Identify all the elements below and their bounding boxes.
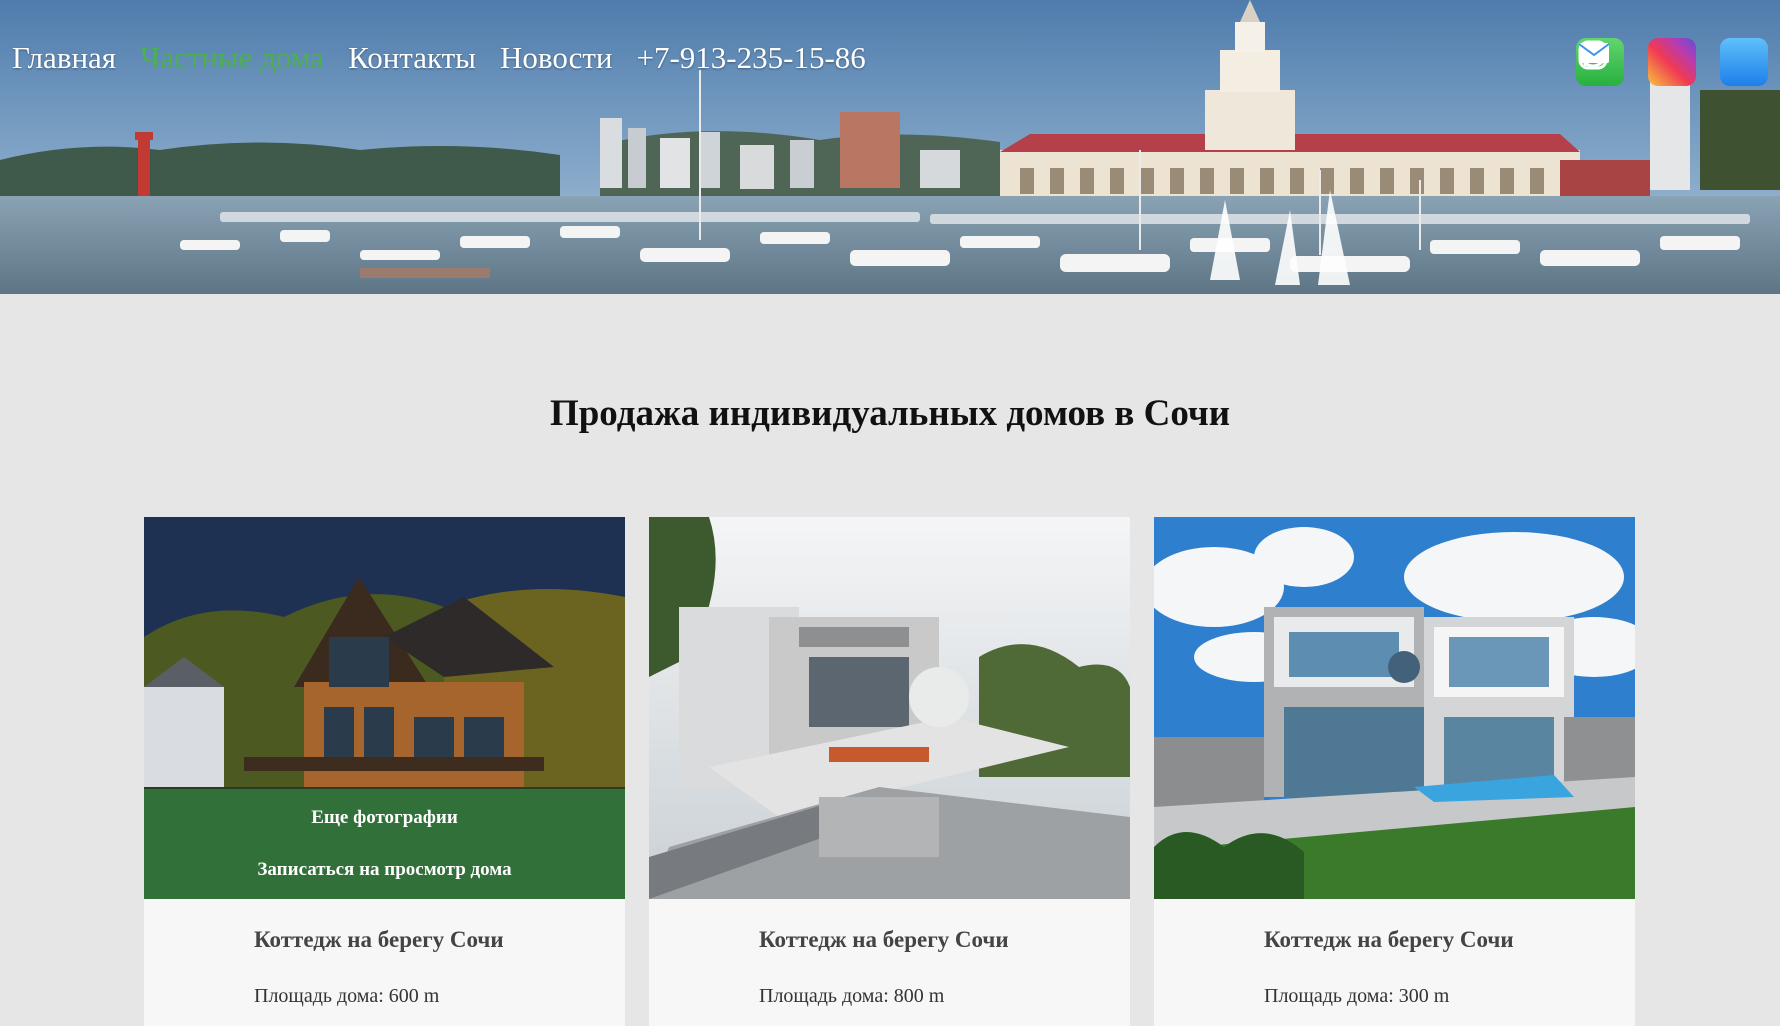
house-cards: Еще фотографии Записаться на просмотр до… (144, 517, 1635, 1026)
card-area: Площадь дома: 600 m (254, 985, 440, 1007)
house-photo[interactable] (1154, 517, 1635, 899)
card-area: Площадь дома: 800 m (759, 985, 945, 1007)
social-links (1576, 38, 1768, 86)
house-card: Коттедж на берегу Сочи Площадь дома: 300… (1154, 517, 1635, 1026)
mail-button[interactable] (1578, 38, 1768, 86)
card-title: Коттедж на берегу Сочи (759, 927, 1009, 952)
main-nav: Главная Частные дома Контакты Новости +7… (12, 40, 890, 76)
nav-link-phone[interactable]: +7-913-235-15-86 (637, 40, 866, 76)
mail-icon (1578, 43, 1610, 63)
card-hover-overlay: Еще фотографии Записаться на просмотр до… (144, 789, 625, 899)
page-title: Продажа индивидуальных домов в Сочи (549, 393, 1231, 434)
nav-link-news[interactable]: Новости (500, 40, 612, 76)
modern-villa-image (649, 517, 1130, 899)
hero-header: Главная Частные дома Контакты Новости +7… (0, 0, 1780, 294)
house-card: Коттедж на берегу Сочи Площадь дома: 800… (649, 517, 1130, 1026)
book-viewing-link[interactable]: Записаться на просмотр дома (257, 859, 511, 881)
house-photo[interactable]: Еще фотографии Записаться на просмотр до… (144, 517, 625, 899)
white-villa-image (1154, 517, 1635, 899)
instagram-button[interactable] (1578, 38, 1696, 86)
nav-link-private-houses[interactable]: Частные дома (140, 40, 324, 76)
nav-link-home[interactable]: Главная (12, 40, 116, 76)
nav-link-contacts[interactable]: Контакты (348, 40, 476, 76)
house-photo[interactable] (649, 517, 1130, 899)
card-area: Площадь дома: 300 m (1264, 985, 1450, 1007)
card-title: Коттедж на берегу Сочи (254, 927, 504, 952)
house-card: Еще фотографии Записаться на просмотр до… (144, 517, 625, 1026)
card-title: Коттедж на берегу Сочи (1264, 927, 1514, 952)
more-photos-link[interactable]: Еще фотографии (311, 807, 458, 829)
